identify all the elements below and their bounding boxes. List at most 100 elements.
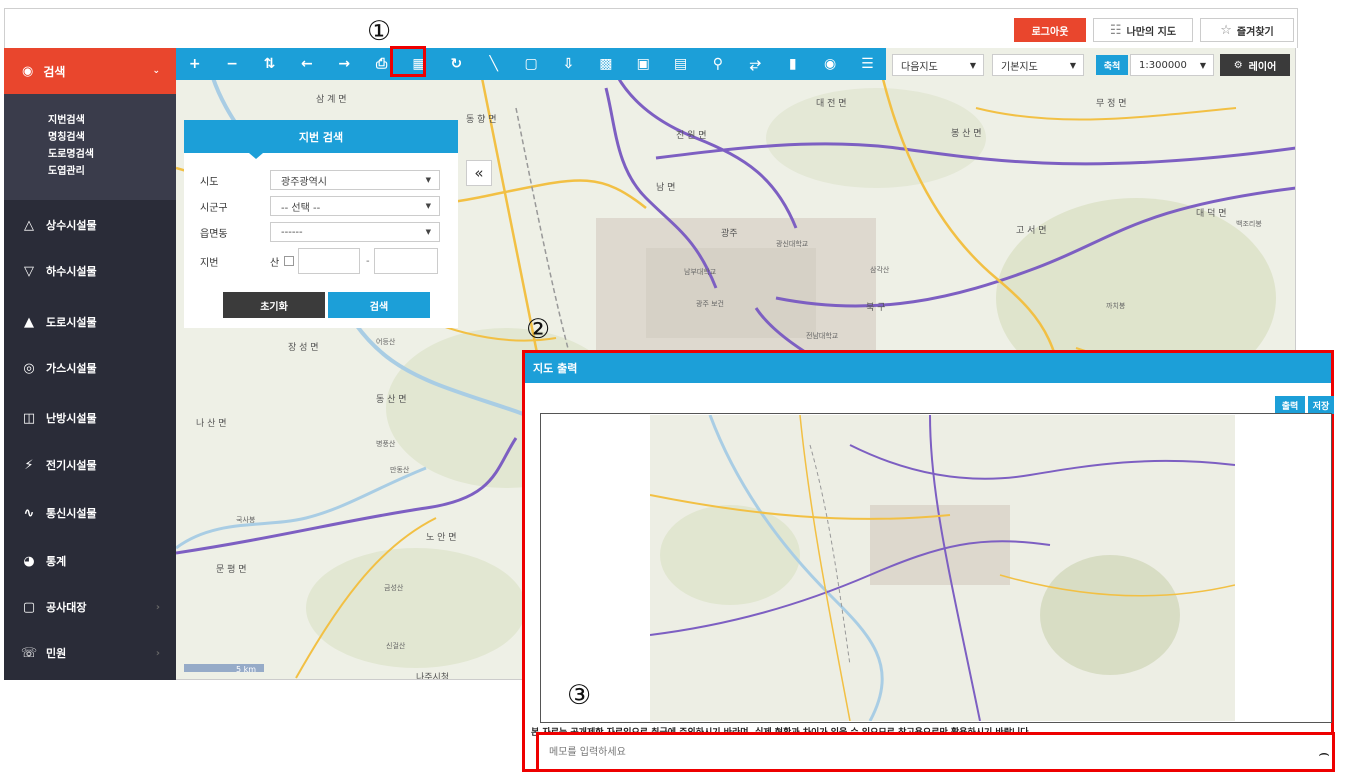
sidebar-item-label: 통신시설물 [46, 507, 97, 520]
svg-text:까치봉: 까치봉 [1106, 301, 1126, 310]
collapse-panel-button[interactable]: « [466, 160, 492, 186]
jibun-main-input[interactable] [298, 248, 360, 274]
svg-text:노 안 면: 노 안 면 [426, 532, 457, 543]
sidebar-item-label: 공사대장 [46, 601, 87, 614]
jibun-sub-input[interactable] [374, 248, 438, 274]
back-arrow-icon[interactable]: ← [288, 48, 325, 80]
sidebar-item-construction[interactable]: ▢ 공사대장 › [4, 584, 176, 630]
sigungu-value: -- 선택 -- [281, 202, 321, 214]
sidebar-item-telecom[interactable]: ∿ 통신시설물 [4, 490, 176, 536]
globe-icon[interactable]: ◉ [811, 48, 848, 80]
sidebar-item-heating[interactable]: ◫ 난방시설물 [4, 395, 176, 441]
svg-text:삼 계 면: 삼 계 면 [316, 93, 347, 105]
fullscreen-icon[interactable]: ⥂ [737, 48, 774, 80]
jibun-row: 지번 산 - [184, 248, 458, 274]
download-icon[interactable]: ⇩ [550, 48, 587, 80]
eupmyeon-select[interactable]: ------ ▼ [270, 222, 440, 242]
signal-icon: ∿ [23, 505, 35, 521]
map-type-select[interactable]: 다음지도 ▼ [892, 54, 984, 76]
favorites-label: 즐겨찾기 [1236, 26, 1274, 38]
layer-toggle-icon: ⚙ [1233, 59, 1243, 71]
scroll-handle-icon[interactable]: ⌢ [1318, 743, 1330, 764]
favorites-button[interactable]: ☆ 즐겨찾기 [1200, 18, 1294, 42]
logout-button[interactable]: 로그아웃 [1014, 18, 1086, 42]
svg-text:백조리봉: 백조리봉 [1236, 219, 1262, 228]
scale-select[interactable]: 1:300000 ▼ [1130, 54, 1214, 76]
sigungu-select[interactable]: -- 선택 -- ▼ [270, 196, 440, 216]
svg-text:광주 보건: 광주 보건 [696, 299, 724, 308]
refresh-icon[interactable]: ↻ [438, 48, 475, 80]
forward-arrow-icon[interactable]: → [326, 48, 363, 80]
submenu-road-search[interactable]: 도로명검색 [4, 144, 176, 161]
sido-value: 광주광역시 [281, 176, 327, 188]
callout-three: ③ [567, 680, 592, 711]
sidebar-item-search[interactable]: ◉ 검색 ⌄ [4, 48, 176, 94]
svg-text:대 덕 면: 대 덕 면 [1196, 208, 1227, 219]
svg-text:대 전 면: 대 전 면 [816, 98, 847, 109]
sidebar-item-complaint[interactable]: ☏ 민원 › [4, 630, 176, 676]
svg-text:장 성 면: 장 성 면 [288, 342, 319, 353]
search-menu-label: 검색 [43, 64, 66, 79]
pan-icon[interactable]: ⇅ [251, 48, 288, 80]
electric-icon: ⚡ [24, 457, 34, 473]
map-book-icon: ☷ [1109, 22, 1122, 38]
search-button[interactable]: 검색 [328, 292, 430, 318]
submenu-name-search[interactable]: 명칭검색 [4, 127, 176, 144]
print-preview-frame [540, 413, 1332, 723]
mountain-label: 산 [270, 257, 280, 269]
camera-icon[interactable]: ▮ [774, 48, 811, 80]
sidebar-item-sewer[interactable]: ▽ 하수시설물 [4, 248, 176, 294]
sidebar-item-stats[interactable]: ◕ 통계 [4, 538, 176, 584]
scale-label: 축척 [1096, 55, 1128, 75]
search-icon[interactable]: ⚲ [699, 48, 736, 80]
svg-text:고 서 면: 고 서 면 [1016, 225, 1047, 236]
svg-text:문 평 면: 문 평 면 [216, 564, 247, 575]
sidebar-item-electric[interactable]: ⚡ 전기시설물 [4, 442, 176, 488]
map-icon[interactable]: ▣ [625, 48, 662, 80]
sidebar-item-water[interactable]: △ 상수시설물 [4, 202, 176, 248]
print-preview-map [650, 415, 1235, 721]
image-icon[interactable]: ▩ [587, 48, 624, 80]
print-button[interactable]: 출력 [1275, 396, 1305, 414]
svg-text:만동산: 만동산 [390, 465, 410, 474]
layer-button[interactable]: ⚙ 레이어 [1220, 54, 1290, 76]
submenu-sheet-manage[interactable]: 도엽관리 [4, 161, 176, 178]
sidebar-item-label: 도로시설물 [46, 316, 97, 329]
svg-text:금성산: 금성산 [384, 583, 404, 592]
chevron-down-icon: ▼ [425, 202, 431, 210]
svg-text:동 산 면: 동 산 면 [376, 394, 407, 405]
layers-icon[interactable]: ☰ [849, 48, 886, 80]
base-map-select[interactable]: 기본지도 ▼ [992, 54, 1084, 76]
svg-text:북 구: 북 구 [866, 302, 885, 313]
save-button[interactable]: 저장 [1308, 396, 1334, 414]
measure-area-icon[interactable]: ▢ [512, 48, 549, 80]
submenu-jibun-search[interactable]: 지번검색 [4, 110, 176, 127]
svg-text:동 향 면: 동 향 면 [466, 113, 497, 125]
my-map-button[interactable]: ☷ 나만의 지도 [1093, 18, 1193, 42]
map-type-value: 다음지도 [901, 61, 938, 73]
location-pin-icon: ◉ [22, 63, 34, 79]
zoom-out-icon[interactable]: − [213, 48, 250, 80]
scale-value: 1:300000 [1139, 59, 1187, 71]
sido-select[interactable]: 광주광역시 ▼ [270, 170, 440, 190]
sidebar-item-road[interactable]: ▲ 도로시설물 [4, 299, 176, 345]
memo-box: ⌢ [536, 732, 1335, 772]
eupmyeon-value: ------ [281, 226, 303, 238]
memo-input[interactable] [539, 735, 1332, 769]
map-toolbar: + − ⇅ ← → ⎙ ▦ ↻ ╲ ▢ ⇩ ▩ ▣ ▤ ⚲ ⥂ ▮ ◉ ☰ [176, 48, 886, 80]
mountain-checkbox[interactable] [284, 256, 294, 266]
folder-map-icon[interactable]: ▤ [662, 48, 699, 80]
sido-row: 시도 광주광역시 ▼ [184, 169, 458, 191]
svg-text:5 km: 5 km [236, 665, 256, 674]
zoom-in-icon[interactable]: + [176, 48, 213, 80]
sidebar-item-gas[interactable]: ◎ 가스시설물 [4, 345, 176, 391]
panel-notch [249, 153, 263, 159]
pie-icon: ◕ [23, 553, 35, 569]
double-chevron-left-icon: « [474, 164, 484, 182]
svg-text:국사봉: 국사봉 [236, 515, 256, 524]
measure-distance-icon[interactable]: ╲ [475, 48, 512, 80]
reset-button[interactable]: 초기화 [223, 292, 325, 318]
panel-title: 지번 검색 [184, 120, 458, 159]
sidebar: ◉ 검색 ⌄ 지번검색 명칭검색 도로명검색 도엽관리 △ 상수시설물 ▽ 하수… [4, 48, 176, 680]
print-highlight-box [390, 46, 426, 77]
